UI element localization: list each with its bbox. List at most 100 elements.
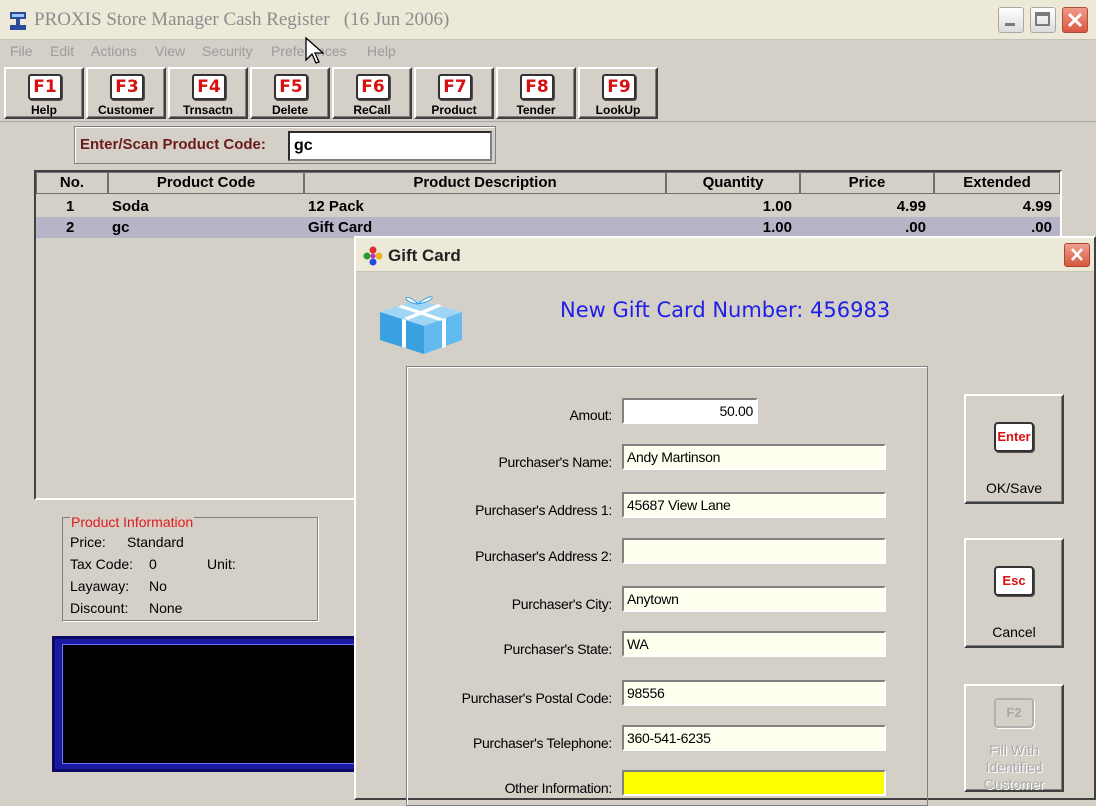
menu-bar: File Edit Actions View Security Preferen…	[0, 40, 1096, 64]
cell-description: 12 Pack	[308, 198, 364, 215]
gift-card-dialog: Gift Card New Gift Card Number: 456983 A…	[354, 236, 1096, 806]
purchaser-name-label: Purchaser's Name:	[498, 454, 612, 470]
dialog-title-bar[interactable]: Gift Card	[356, 238, 1094, 272]
col-header-quantity[interactable]: Quantity	[666, 172, 800, 194]
col-header-description[interactable]: Product Description	[304, 172, 666, 194]
purchaser-city-input[interactable]	[622, 586, 886, 612]
purchaser-address1-label: Purchaser's Address 1:	[475, 502, 612, 518]
f8-tender-button[interactable]: F8 Tender	[496, 67, 576, 119]
table-row-selected[interactable]: 2 gc Gift Card 1.00 .00 .00	[36, 217, 1060, 238]
close-button[interactable]	[1062, 7, 1088, 33]
product-code-input[interactable]	[288, 131, 492, 161]
scan-label: Enter/Scan Product Code:	[80, 136, 266, 153]
menu-view[interactable]: View	[155, 43, 185, 59]
toolbar-label: Product	[431, 103, 477, 117]
minimize-icon	[1005, 23, 1015, 26]
mouse-pointer-icon	[305, 36, 324, 64]
f9-key-icon: F9	[602, 74, 636, 100]
toolbar-label: Tender	[516, 103, 556, 117]
toolbar-label: Help	[30, 103, 57, 117]
toolbar-label: Trnsactn	[182, 103, 233, 117]
minimize-button[interactable]	[998, 7, 1024, 33]
ok-save-button[interactable]: Enter OK/Save	[964, 394, 1064, 504]
cancel-label: Cancel	[992, 624, 1036, 640]
f1-key-icon: F1	[28, 74, 62, 100]
tax-code-label: Tax Code:	[70, 556, 134, 572]
f7-product-button[interactable]: F7 Product	[414, 67, 494, 119]
cell-extended: .00	[1031, 219, 1052, 236]
f6-key-icon: F6	[356, 74, 390, 100]
dialog-title: Gift Card	[388, 246, 461, 265]
table-row[interactable]: 1 Soda 12 Pack 1.00 4.99 4.99	[36, 196, 1060, 217]
purchaser-address2-input[interactable]	[622, 538, 886, 564]
toolbar-label: ReCall	[353, 103, 391, 117]
discount-label: Discount:	[70, 600, 129, 616]
amount-input[interactable]	[622, 398, 758, 424]
price-value: Standard	[127, 534, 184, 550]
fill-with-customer-label: Fill With Identified Customer	[983, 742, 1045, 792]
cell-product-code: gc	[112, 219, 130, 236]
f5-key-icon: F5	[274, 74, 308, 100]
f4-transaction-button[interactable]: F4 Trnsactn	[168, 67, 248, 119]
f8-key-icon: F8	[520, 74, 554, 100]
f1-help-button[interactable]: F1 Help	[4, 67, 84, 119]
f5-delete-button[interactable]: F5 Delete	[250, 67, 330, 119]
cell-description: Gift Card	[308, 219, 373, 236]
discount-value: None	[149, 600, 183, 616]
menu-help[interactable]: Help	[367, 43, 396, 59]
f3-customer-button[interactable]: F3 Customer	[86, 67, 166, 119]
purchaser-telephone-label: Purchaser's Telephone:	[472, 735, 612, 751]
gift-card-number-heading: New Gift Card Number: 456983	[560, 298, 891, 322]
f3-key-icon: F3	[110, 74, 144, 100]
cell-extended: 4.99	[1022, 198, 1052, 215]
col-header-extended[interactable]: Extended	[934, 172, 1060, 194]
toolbar-label: LookUp	[595, 103, 641, 117]
close-icon	[1071, 248, 1083, 261]
other-information-label: Other Information:	[504, 780, 613, 796]
purchaser-state-input[interactable]	[622, 631, 886, 657]
purchaser-telephone-input[interactable]	[622, 725, 886, 751]
purchaser-postal-code-label: Purchaser's Postal Code:	[461, 690, 613, 706]
purchaser-address2-label: Purchaser's Address 2:	[475, 548, 612, 564]
fill-with-customer-button[interactable]: F2 Fill With Identified Customer	[964, 684, 1064, 792]
purchaser-city-label: Purchaser's City:	[511, 596, 613, 612]
f7-key-icon: F7	[438, 74, 472, 100]
enter-key-icon: Enter	[994, 422, 1034, 452]
cell-price: .00	[905, 219, 926, 236]
product-info-legend: Product Information	[70, 514, 195, 530]
ok-save-label: OK/Save	[985, 480, 1043, 496]
col-header-no[interactable]: No.	[36, 172, 108, 194]
cell-product-code: Soda	[112, 198, 149, 215]
esc-key-icon: Esc	[994, 566, 1034, 596]
amount-label: Amout:	[569, 407, 612, 423]
dots-app-icon	[363, 246, 383, 266]
menu-security[interactable]: Security	[202, 43, 253, 59]
purchaser-address1-input[interactable]	[622, 492, 886, 518]
purchaser-postal-code-input[interactable]	[622, 680, 886, 706]
menu-file[interactable]: File	[10, 43, 33, 59]
price-label: Price:	[70, 534, 106, 550]
dialog-close-button[interactable]	[1064, 243, 1090, 267]
f9-lookup-button[interactable]: F9 LookUp	[578, 67, 658, 119]
maximize-icon	[1035, 12, 1050, 26]
col-header-product-code[interactable]: Product Code	[108, 172, 304, 194]
col-header-price[interactable]: Price	[800, 172, 934, 194]
other-information-input[interactable]	[622, 770, 886, 796]
f6-recall-button[interactable]: F6 ReCall	[332, 67, 412, 119]
tax-code-value: 0	[149, 556, 157, 572]
menu-actions[interactable]: Actions	[91, 43, 137, 59]
maximize-button[interactable]	[1030, 7, 1056, 33]
gift-box-icon	[380, 296, 462, 354]
menu-edit[interactable]: Edit	[50, 43, 74, 59]
toolbar-label: Customer	[97, 103, 154, 117]
function-key-toolbar: F1 Help F3 Customer F4 Trnsactn F5 Delet…	[0, 64, 1096, 122]
f4-key-icon: F4	[192, 74, 226, 100]
f2-key-icon: F2	[994, 698, 1034, 728]
cell-no: 2	[66, 219, 75, 236]
register-icon	[10, 12, 26, 30]
purchaser-name-input[interactable]	[622, 444, 886, 470]
layaway-label: Layaway:	[70, 578, 130, 594]
cancel-button[interactable]: Esc Cancel	[964, 538, 1064, 648]
unit-label: Unit:	[207, 556, 236, 572]
close-icon	[1067, 12, 1083, 28]
